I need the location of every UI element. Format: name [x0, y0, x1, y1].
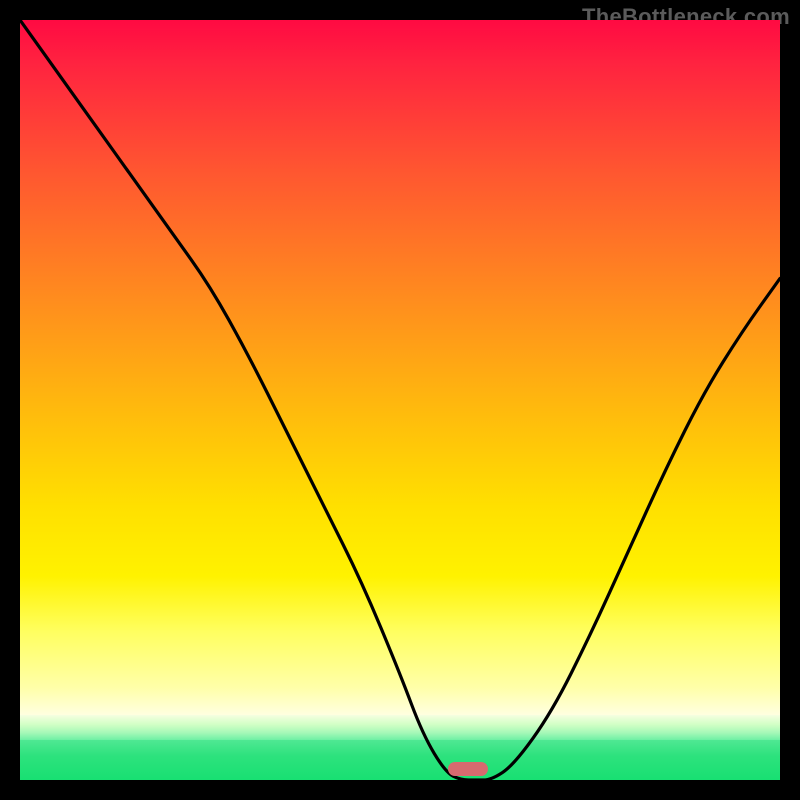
bottleneck-curve: [20, 20, 780, 780]
optimal-point-marker: [448, 762, 488, 776]
chart-frame: TheBottleneck.com: [0, 0, 800, 800]
curve-path: [20, 20, 780, 780]
plot-area: [20, 20, 780, 780]
